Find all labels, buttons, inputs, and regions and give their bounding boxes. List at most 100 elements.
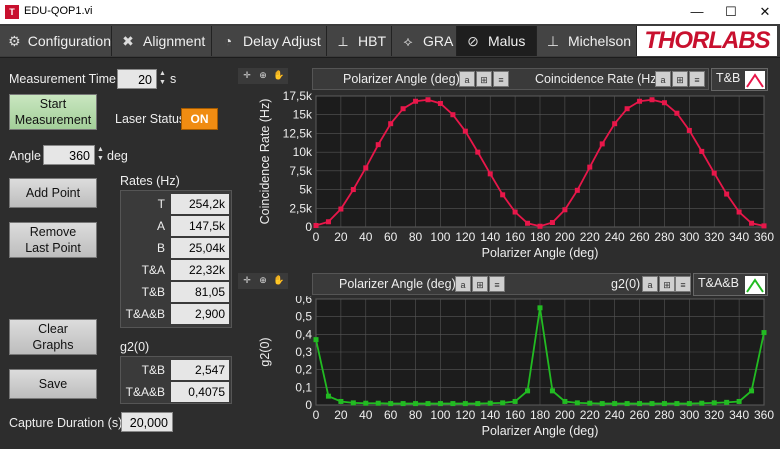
zoom-icon[interactable]: ⊕ [256,68,270,82]
x-tick-label: 100 [430,408,450,422]
tab-michelson[interactable]: ⊥ Michelson [537,26,637,56]
graph2-legend[interactable]: T&A&B [693,273,768,296]
remove-last-point-button[interactable]: Remove Last Point [9,222,97,258]
lock-icon[interactable]: a [642,276,658,292]
rate-value: 254,2k [171,194,229,214]
data-point [537,223,543,229]
data-point [699,148,705,154]
start-measurement-button[interactable]: Start Measurement [9,94,97,130]
tab-delay-adjust[interactable]: ◔ Delay Adjust [212,26,327,56]
y-tick-label: 12,5k [283,126,313,140]
y-tick-label: 17,5k [283,90,313,103]
angle-spinner[interactable]: ▲ ▼ [97,145,104,165]
add-point-button[interactable]: Add Point [9,178,97,208]
x-tick-label: 160 [505,230,525,244]
y-tick-label: 0,2 [295,363,312,377]
data-point [313,223,319,229]
x-scale-icon[interactable]: ⊞ [476,71,492,87]
crosshair-icon[interactable]: ✛ [240,273,254,287]
g2-title: g2(0) [120,340,150,354]
clear-graphs-button[interactable]: Clear Graphs [9,319,97,355]
x-tick-label: 20 [334,230,348,244]
data-point [525,220,531,226]
data-point [450,401,456,407]
michelson-diagram-icon: ⊥ [546,32,560,49]
lock-icon[interactable]: a [459,71,475,87]
x-format-icon[interactable]: ≡ [489,276,505,292]
hbt-diagram-icon: ⟂ [338,32,348,49]
angle-input[interactable]: 360 [43,145,95,165]
data-point [500,400,506,406]
data-point [574,187,580,193]
legend-label: T&B [716,71,741,85]
rate-label: T&A [141,263,165,277]
data-point [686,127,692,133]
x-tick-label: 180 [530,408,550,422]
laser-status-toggle[interactable]: ON [181,108,218,130]
pan-hand-icon[interactable]: ✋ [272,273,286,287]
x-tick-label: 100 [430,230,450,244]
y-format-icon[interactable]: ≡ [689,71,705,87]
data-point [338,398,344,404]
close-button[interactable]: ✕ [750,2,780,22]
pan-hand-icon[interactable]: ✋ [272,68,286,82]
x-format-icon[interactable]: ≡ [493,71,509,87]
y-scale-icon[interactable]: ⊞ [672,71,688,87]
rates-table: T 254,2k A 147,5k B 25,04k T&A 22,32k T&B 81,05 T&… [120,190,232,328]
tab-malus[interactable]: ⊘ Malus [457,26,537,56]
data-point [413,401,419,407]
tab-label: GRA [423,33,454,49]
tab-hbt[interactable]: ⟂ HBT [327,26,392,56]
graph1-x-scale-label: Polarizer Angle (deg) [343,72,460,86]
g2-chart: 0 20 40 60 80 100 120 140 160 180 200 220 240 260 280 3… [258,296,774,438]
crosshair-icon[interactable]: ✛ [240,68,254,82]
polarizer-icon: ⊘ [467,32,479,49]
graph1-legend[interactable]: T&B [711,68,768,91]
x-tick-label: 40 [359,230,373,244]
x-tick-label: 180 [530,230,550,244]
rate-row: T&A&B 2,900 [121,303,231,325]
data-point [649,401,655,407]
graph2-x-scale-label: Polarizer Angle (deg) [339,277,456,291]
tab-label: Alignment [143,33,206,49]
y-tick-label: 0,6 [295,296,312,306]
x-tick-label: 220 [580,408,600,422]
data-point [450,112,456,118]
title-bar: T EDU-QOP1.vi — ☐ ✕ [0,0,780,24]
rates-title: Rates (Hz) [120,174,180,188]
y-scale-icon[interactable]: ⊞ [659,276,675,292]
rate-row: T&B 2,547 [121,359,231,381]
y-tick-label: 15k [293,108,313,122]
data-point [562,207,568,213]
x-tick-label: 80 [409,230,423,244]
measurement-time-input[interactable]: 20 [117,69,157,89]
save-button[interactable]: Save [9,369,97,399]
data-point [587,164,593,170]
angle-unit: deg [107,149,128,163]
minimize-button[interactable]: — [682,2,712,22]
data-point [313,337,319,343]
x-scale-icon[interactable]: ⊞ [472,276,488,292]
y-tick-label: 0,4 [295,327,312,341]
tab-alignment[interactable]: ✖ Alignment [112,26,212,56]
x-tick-label: 260 [630,408,650,422]
data-point [649,97,655,103]
tab-configuration[interactable]: ⚙ Configuration [0,26,112,56]
y-tick-label: 0 [305,398,312,412]
tab-gra[interactable]: ⟡ GRA [392,26,457,56]
x-tick-label: 280 [654,408,674,422]
lock-icon[interactable]: a [455,276,471,292]
rate-row: T 254,2k [121,193,231,215]
x-tick-label: 260 [630,230,650,244]
maximize-button[interactable]: ☐ [716,2,746,22]
data-point [736,398,742,404]
rate-value: 2,547 [171,360,229,380]
rate-label: T&B [141,285,165,299]
data-point [624,401,630,407]
y-format-icon[interactable]: ≡ [675,276,691,292]
measurement-time-spinner[interactable]: ▲ ▼ [159,69,166,89]
data-point [325,219,331,225]
zoom-icon[interactable]: ⊕ [256,273,270,287]
data-point [425,401,431,407]
lock-icon[interactable]: a [655,71,671,87]
